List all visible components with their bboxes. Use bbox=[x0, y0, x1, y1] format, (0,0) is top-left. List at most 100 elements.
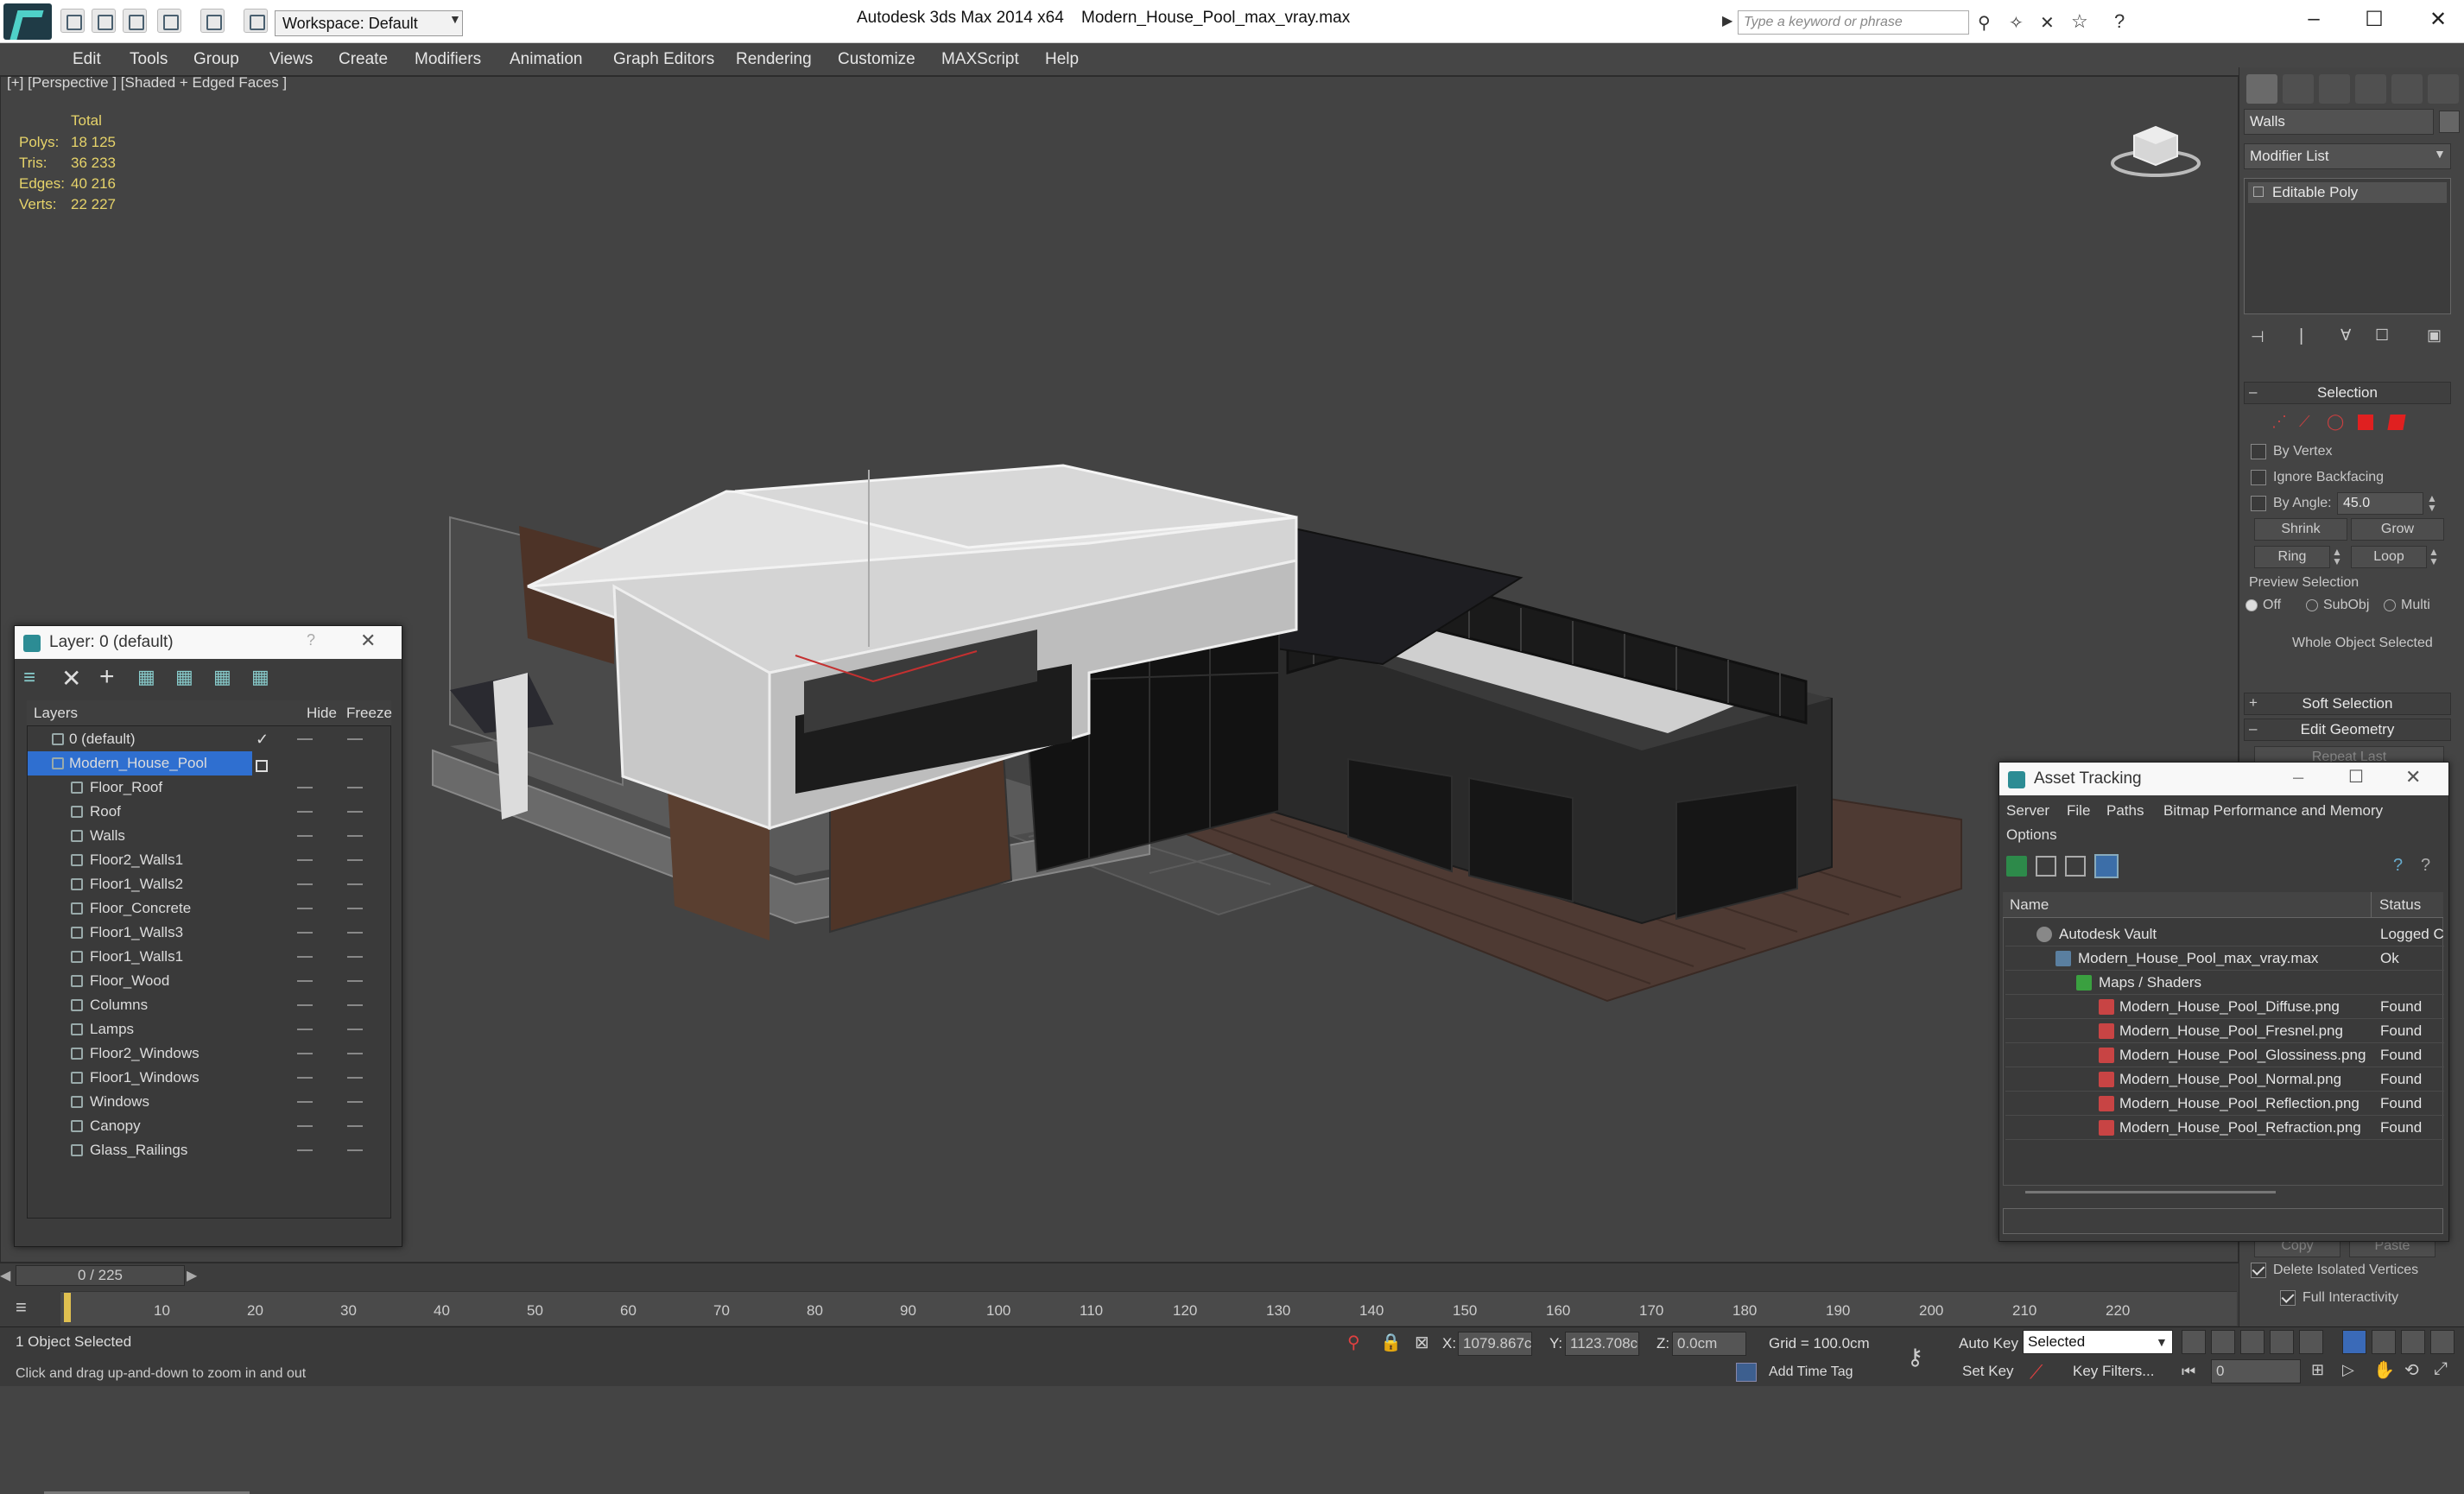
menu-help[interactable]: Help bbox=[1042, 43, 1082, 76]
asset-path-field[interactable] bbox=[2003, 1208, 2443, 1234]
motion-tab-icon[interactable] bbox=[2355, 74, 2386, 104]
select-layer-icon[interactable]: ▦ bbox=[175, 666, 193, 688]
ring-spinner-icon[interactable]: ▲ ▼ bbox=[2332, 547, 2342, 567]
go-to-end-icon[interactable] bbox=[2299, 1330, 2323, 1354]
loop-button[interactable]: Loop bbox=[2351, 546, 2427, 568]
prev-key-icon[interactable] bbox=[2211, 1330, 2235, 1354]
preview-off-radio[interactable] bbox=[2245, 599, 2258, 611]
col-layers[interactable]: Layers bbox=[34, 705, 78, 722]
selection-set-dropdown[interactable]: Selected bbox=[2023, 1330, 2173, 1354]
close-icon[interactable]: ✕ bbox=[2425, 7, 2451, 32]
set-key-mode-icon[interactable]: ⚷ bbox=[1907, 1344, 1923, 1371]
key-mode-icon[interactable]: ⏮ bbox=[2182, 1363, 2195, 1381]
show-end-result-icon[interactable]: | bbox=[2299, 326, 2303, 346]
z-coordinate-field[interactable]: 0.0cm bbox=[1672, 1332, 1746, 1356]
redo-icon[interactable] bbox=[200, 9, 225, 33]
highlight-layer-icon[interactable]: ▦ bbox=[213, 666, 231, 688]
layer-active-toggle[interactable] bbox=[256, 760, 268, 772]
field-of-view-icon[interactable]: ▷ bbox=[2342, 1361, 2354, 1379]
whats-this-icon[interactable]: ? bbox=[2421, 856, 2430, 876]
edit-geometry-rollout-title[interactable]: Edit Geometry bbox=[2244, 719, 2451, 741]
pan-view-icon[interactable]: ✋ bbox=[2373, 1359, 2395, 1381]
layer-row[interactable]: Floor1_Walls1 bbox=[28, 945, 383, 969]
layer-row[interactable]: Columns bbox=[28, 993, 383, 1017]
communication-icon[interactable]: ✕ bbox=[2040, 12, 2055, 34]
delete-isolated-checkbox[interactable] bbox=[2251, 1263, 2266, 1278]
menu-modifiers[interactable]: Modifiers bbox=[411, 43, 485, 76]
current-frame-field[interactable]: 0 bbox=[2211, 1359, 2301, 1383]
favorites-star-icon[interactable]: ☆ bbox=[2071, 10, 2088, 33]
chevron-down-icon[interactable]: ▼ bbox=[449, 12, 461, 26]
chevron-down-icon[interactable]: ▼ bbox=[2156, 1335, 2168, 1349]
collapse-icon[interactable]: – bbox=[2249, 383, 2257, 401]
undo-icon[interactable] bbox=[157, 9, 181, 33]
close-icon[interactable]: ✕ bbox=[2405, 766, 2421, 788]
go-to-start-icon[interactable] bbox=[2182, 1330, 2206, 1354]
viewcube-widget[interactable] bbox=[2108, 120, 2203, 180]
layer-row[interactable]: Floor1_Walls3 bbox=[28, 921, 383, 945]
asset-row[interactable]: Modern_House_Pool_max_vray.max Ok bbox=[2005, 946, 2444, 971]
menu-maxscript[interactable]: MAXScript bbox=[938, 43, 1023, 76]
selection-lock-icon[interactable]: 🔒 bbox=[1380, 1332, 1402, 1353]
menu-paths[interactable]: Paths bbox=[2106, 802, 2144, 820]
time-config-icon[interactable]: ⊞ bbox=[2311, 1361, 2324, 1379]
preview-subobj-radio[interactable] bbox=[2306, 599, 2318, 611]
col-status[interactable]: Status bbox=[2379, 896, 2421, 914]
menu-rendering[interactable]: Rendering bbox=[732, 43, 815, 76]
isolate-selection-icon[interactable]: ⚲ bbox=[1347, 1332, 1360, 1353]
object-name-field[interactable]: Walls bbox=[2244, 109, 2434, 135]
layer-row[interactable]: Floor2_Walls1 bbox=[28, 848, 383, 872]
by-angle-checkbox[interactable] bbox=[2251, 496, 2266, 511]
menu-tools[interactable]: Tools bbox=[126, 43, 171, 76]
layer-row[interactable]: 0 (default) ✓ bbox=[28, 727, 383, 751]
asset-row[interactable]: Modern_House_Pool_Diffuse.png Found bbox=[2005, 995, 2444, 1019]
asset-row[interactable]: Maps / Shaders bbox=[2005, 971, 2444, 995]
layer-row[interactable]: Floor_Concrete bbox=[28, 896, 383, 921]
selection-rollout-title[interactable]: Selection bbox=[2244, 382, 2451, 404]
absolute-mode-icon[interactable]: ⊠ bbox=[1415, 1332, 1429, 1353]
menu-edit[interactable]: Edit bbox=[69, 43, 105, 76]
layer-row[interactable]: Floor_Roof bbox=[28, 775, 383, 800]
object-color-swatch[interactable] bbox=[2439, 111, 2460, 133]
chevron-down-icon[interactable]: ▼ bbox=[2434, 147, 2446, 161]
layer-row-selected[interactable]: Modern_House_Pool bbox=[28, 751, 252, 775]
menu-create[interactable]: Create bbox=[335, 43, 391, 76]
zoom-icon[interactable] bbox=[2342, 1330, 2366, 1354]
edge-icon[interactable]: ⟋ bbox=[2299, 413, 2310, 431]
zoom-extents-icon[interactable] bbox=[2401, 1330, 2425, 1354]
layer-row[interactable]: Canopy bbox=[28, 1114, 383, 1138]
menu-server[interactable]: Server bbox=[2006, 802, 2049, 820]
asset-tracking-title[interactable]: Asset Tracking bbox=[1999, 763, 2448, 795]
maximize-icon[interactable]: ☐ bbox=[2348, 766, 2364, 788]
loop-spinner-icon[interactable]: ▲ ▼ bbox=[2429, 547, 2439, 567]
close-icon[interactable]: ✕ bbox=[360, 630, 376, 652]
create-tab-icon[interactable] bbox=[2246, 74, 2277, 104]
layer-dialog-title[interactable]: Layer: 0 (default) bbox=[15, 626, 402, 659]
minimize-icon[interactable]: – bbox=[2293, 766, 2303, 788]
menu-views[interactable]: Views bbox=[266, 43, 316, 76]
shrink-button[interactable]: Shrink bbox=[2254, 518, 2347, 541]
col-freeze[interactable]: Freeze bbox=[346, 705, 392, 722]
asset-table-scrollbar[interactable] bbox=[2025, 1191, 2276, 1193]
hierarchy-tab-icon[interactable] bbox=[2319, 74, 2350, 104]
collapse-icon[interactable]: – bbox=[2249, 720, 2257, 738]
display-tab-icon[interactable] bbox=[2391, 74, 2423, 104]
angle-spinner[interactable]: 45.0 bbox=[2337, 492, 2423, 515]
layer-row[interactable]: Windows bbox=[28, 1090, 383, 1114]
grow-button[interactable]: Grow bbox=[2351, 518, 2444, 541]
configure-modifier-sets-icon[interactable]: ▣ bbox=[2427, 326, 2442, 345]
time-tag-icon[interactable] bbox=[1736, 1363, 1757, 1382]
mini-curve-editor-icon[interactable]: ≡ bbox=[16, 1296, 27, 1319]
asset-row[interactable]: Modern_House_Pool_Fresnel.png Found bbox=[2005, 1019, 2444, 1043]
hide-all-layers-icon[interactable]: ▦ bbox=[251, 666, 269, 688]
spinner-arrows-icon[interactable]: ▲ ▼ bbox=[2427, 493, 2437, 513]
app-logo-icon[interactable] bbox=[3, 3, 52, 40]
add-to-layer-icon[interactable]: ▦ bbox=[137, 666, 155, 688]
stack-item-editable-poly[interactable]: Editable Poly bbox=[2248, 182, 2447, 203]
menu-customize[interactable]: Customize bbox=[834, 43, 919, 76]
zoom-extents-all-icon[interactable] bbox=[2430, 1330, 2454, 1354]
key-filters-button[interactable]: Key Filters... bbox=[2073, 1363, 2154, 1380]
layer-row[interactable]: Roof bbox=[28, 800, 383, 824]
expand-icon[interactable]: + bbox=[2249, 694, 2258, 712]
time-slider[interactable]: 0 / 225 bbox=[16, 1265, 185, 1286]
